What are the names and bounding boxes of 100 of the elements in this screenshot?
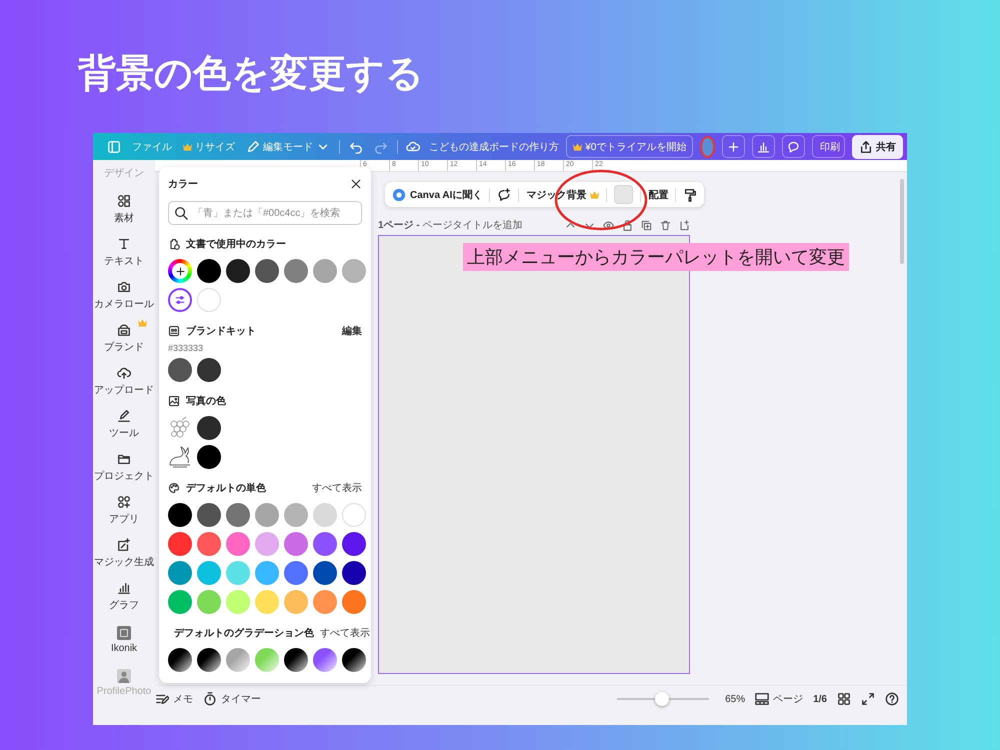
color-swatch[interactable] <box>197 288 221 312</box>
color-swatch[interactable] <box>168 532 192 556</box>
color-swatch[interactable] <box>342 561 366 585</box>
color-swatch[interactable] <box>255 503 279 527</box>
color-swatch[interactable] <box>168 590 192 614</box>
rail-item[interactable]: グラフ <box>93 575 155 618</box>
rail-item[interactable]: マジック生成 <box>93 532 155 575</box>
close-button[interactable] <box>350 178 362 190</box>
color-swatch[interactable] <box>313 590 337 614</box>
section-title: ブランドキット <box>186 324 257 338</box>
gradient-swatch[interactable] <box>313 648 337 672</box>
cloud-check-icon <box>406 140 420 154</box>
color-swatch[interactable] <box>168 358 192 382</box>
gradient-swatch[interactable] <box>168 648 192 672</box>
add-button[interactable] <box>722 135 746 158</box>
color-swatch[interactable] <box>226 503 250 527</box>
color-adjust-button[interactable] <box>168 288 192 312</box>
timer-button[interactable]: タイマー <box>203 692 261 706</box>
rail-heading: デザイン <box>104 167 144 181</box>
position-button[interactable]: 配置 <box>648 188 668 202</box>
color-swatch[interactable] <box>226 259 250 283</box>
color-swatch[interactable] <box>313 561 337 585</box>
color-swatch[interactable] <box>313 259 337 283</box>
pencil-icon <box>246 140 260 154</box>
plus-icon <box>174 266 186 276</box>
insights-button[interactable] <box>752 135 776 158</box>
color-swatch[interactable] <box>313 532 337 556</box>
color-swatch[interactable] <box>197 358 221 382</box>
color-swatch[interactable] <box>255 259 279 283</box>
color-swatch[interactable] <box>168 503 192 527</box>
add-page-icon <box>679 220 690 230</box>
rail-item[interactable]: 素材 <box>93 188 155 231</box>
rail-item[interactable]: カメラロール <box>93 274 155 317</box>
rail-item[interactable]: アップロード <box>93 360 155 403</box>
fullscreen-button[interactable] <box>861 692 875 706</box>
color-swatch[interactable] <box>226 590 250 614</box>
color-swatch[interactable] <box>284 532 308 556</box>
slider-thumb[interactable] <box>655 692 670 706</box>
color-swatch[interactable] <box>313 503 337 527</box>
color-swatch[interactable] <box>255 561 279 585</box>
color-swatch[interactable] <box>284 561 308 585</box>
copy-style-button[interactable] <box>683 188 698 202</box>
color-swatch[interactable] <box>226 561 250 585</box>
rail-item[interactable]: プロジェクト <box>93 446 155 489</box>
grid-view-button[interactable] <box>837 692 851 706</box>
grapes-drawing <box>168 416 192 440</box>
magic-background-button[interactable]: マジック背景 <box>526 188 600 202</box>
ask-ai-button[interactable]: Canva AIに聞く <box>392 188 482 202</box>
share-button[interactable]: 共有 <box>852 134 903 158</box>
rail-item[interactable]: テキスト <box>93 231 155 274</box>
search-field[interactable]: 「青」または「#00c4cc」を検索 <box>168 201 362 225</box>
comment-button[interactable] <box>782 135 806 158</box>
color-swatch[interactable] <box>168 561 192 585</box>
color-swatch[interactable] <box>284 503 308 527</box>
gradient-swatch[interactable] <box>226 648 250 672</box>
color-swatch[interactable] <box>197 532 221 556</box>
color-swatch[interactable] <box>197 416 221 440</box>
text-icon <box>117 237 131 251</box>
color-swatch[interactable] <box>284 590 308 614</box>
color-swatch[interactable] <box>342 503 366 527</box>
rail-item[interactable]: Ikonik <box>93 618 155 661</box>
gradient-swatch[interactable] <box>197 648 221 672</box>
rail-item[interactable]: ブランド <box>93 317 155 360</box>
gradient-swatch[interactable] <box>284 648 308 672</box>
color-swatch[interactable] <box>197 590 221 614</box>
color-swatch[interactable] <box>284 259 308 283</box>
color-swatch[interactable] <box>197 503 221 527</box>
notes-button[interactable]: メモ <box>155 692 193 706</box>
color-swatch[interactable] <box>342 590 366 614</box>
panel-title: カラー <box>168 178 198 191</box>
expand-icon <box>861 692 875 706</box>
rail-item[interactable]: ツール <box>93 403 155 446</box>
print-button[interactable]: 印刷 <box>812 135 845 158</box>
scrollbar[interactable] <box>900 179 904 264</box>
gradient-swatch[interactable] <box>342 648 366 672</box>
help-button[interactable] <box>885 692 899 706</box>
background-color-button[interactable] <box>614 185 634 204</box>
add-comment-button[interactable] <box>497 188 512 202</box>
comment-plus-icon <box>497 188 512 202</box>
color-swatch[interactable] <box>197 259 221 283</box>
color-swatch[interactable] <box>342 259 366 283</box>
close-icon <box>350 178 362 190</box>
color-swatch[interactable] <box>197 561 221 585</box>
color-swatch[interactable] <box>255 532 279 556</box>
stopwatch-icon <box>203 692 217 706</box>
section-link[interactable]: すべて表示 <box>312 481 362 495</box>
color-swatch[interactable] <box>342 532 366 556</box>
gradient-swatch[interactable] <box>255 648 279 672</box>
section-link[interactable]: 編集 <box>342 324 362 338</box>
color-swatch[interactable] <box>197 445 221 469</box>
section-link[interactable]: すべて表示 <box>320 626 370 640</box>
color-swatch[interactable] <box>255 590 279 614</box>
pages-button[interactable]: ページ <box>755 692 804 706</box>
trial-button[interactable]: ¥0でトライアルを開始 <box>566 135 694 158</box>
palette-doc-icon <box>168 238 180 250</box>
rail-item[interactable]: アプリ <box>93 489 155 532</box>
add-color-button[interactable] <box>168 259 192 283</box>
eye-icon <box>603 220 614 230</box>
camera-icon <box>117 280 131 294</box>
color-swatch[interactable] <box>226 532 250 556</box>
